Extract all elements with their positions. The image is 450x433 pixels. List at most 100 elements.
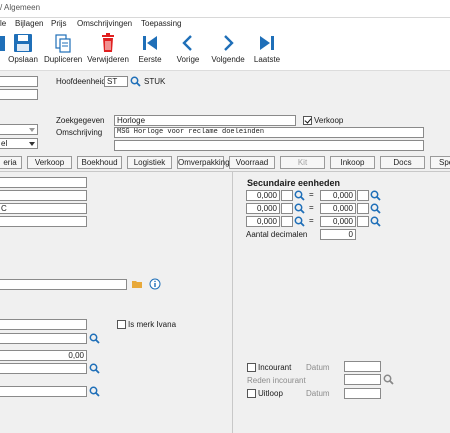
last-label: Laatste — [253, 55, 281, 64]
first-label: Eerste — [138, 55, 162, 64]
title-bar: / Algemeen — [0, 0, 450, 18]
sec-unit-value-1[interactable]: 0,000 — [320, 190, 356, 201]
incourant-checkbox[interactable] — [247, 363, 256, 372]
lookup-search-icon-2[interactable] — [89, 363, 100, 374]
delete-label: Verwijderen — [87, 55, 129, 64]
first-record-icon — [143, 36, 157, 50]
next-record-button[interactable]: Volgende — [210, 33, 246, 64]
tab-docs[interactable]: Docs — [380, 156, 425, 169]
first-record-button[interactable]: Eerste — [136, 33, 164, 64]
incourant-date-input[interactable] — [344, 361, 381, 372]
sale-checkbox[interactable] — [303, 116, 312, 125]
save-label: Opslaan — [8, 55, 38, 64]
save-button[interactable]: Opslaan — [8, 33, 38, 64]
duplicate-icon — [55, 34, 71, 53]
previous-record-button[interactable]: Vorige — [174, 33, 202, 64]
main-unit-field[interactable]: ST — [104, 76, 128, 87]
brand-field[interactable] — [0, 319, 87, 330]
uitloop-checkbox[interactable] — [247, 389, 256, 398]
sec-unit-qty-1[interactable]: 0,000 — [246, 190, 280, 201]
save-icon — [14, 34, 32, 52]
folder-icon[interactable] — [132, 280, 143, 289]
tab-kit[interactable]: Kit — [280, 156, 325, 169]
sale-label: Verkoop — [314, 116, 344, 125]
tab-inkoop[interactable]: Inkoop — [330, 156, 375, 169]
sec-unit-equals-1: = — [309, 190, 314, 199]
sec-unit-qty-2[interactable]: 0,000 — [246, 203, 280, 214]
tab-verkoop[interactable]: Verkoop — [27, 156, 72, 169]
sec-unit-qty-3[interactable]: 0,000 — [246, 216, 280, 227]
menu-item-bijlagen[interactable]: Bijlagen — [15, 19, 43, 28]
incourant-reason-label: Reden incourant — [247, 376, 306, 385]
decimals-input[interactable]: 0 — [320, 229, 356, 240]
menu-item-prijs[interactable]: Prijs — [51, 19, 67, 28]
lookup-search-icon-3[interactable] — [89, 386, 100, 397]
sec-unit-code-1[interactable] — [281, 190, 293, 201]
lookup-search-icon-1[interactable] — [89, 333, 100, 344]
uitloop-label: Uitloop — [258, 389, 283, 398]
sec-unit-base-2[interactable] — [357, 203, 369, 214]
left-field-2[interactable] — [0, 190, 87, 201]
new-icon — [0, 36, 5, 51]
sec-unit-value-3[interactable]: 0,000 — [320, 216, 356, 227]
incourant-label: Incourant — [258, 363, 292, 372]
trash-icon — [102, 33, 114, 52]
file-path-field[interactable] — [0, 279, 127, 290]
incourant-date-label: Datum — [306, 363, 330, 372]
amount-field[interactable]: 0,00 — [0, 350, 87, 361]
left-lookup-field-1[interactable] — [0, 333, 87, 344]
sec-unit-equals-3: = — [309, 216, 314, 225]
main-unit-search-icon[interactable] — [130, 76, 141, 87]
tab-materia[interactable]: eria — [0, 156, 22, 169]
left-field-4[interactable] — [0, 216, 87, 227]
sec-unit-base-1[interactable] — [357, 190, 369, 201]
info-icon[interactable] — [149, 278, 161, 290]
chevron-left-icon — [182, 35, 192, 51]
last-record-button[interactable]: Laatste — [252, 33, 282, 64]
delete-button[interactable]: Verwijderen — [87, 33, 129, 64]
item-code-field[interactable] — [0, 76, 38, 87]
partial-toolbar-button[interactable] — [0, 33, 6, 53]
toolbar: Opslaan Dupliceren Verwijderen Eerste Vo… — [0, 31, 450, 71]
tab-boekhoud[interactable]: Boekhoud — [77, 156, 122, 169]
description-input-2[interactable] — [114, 140, 424, 151]
uitloop-date-input[interactable] — [344, 388, 381, 399]
left-lookup-field-3[interactable] — [0, 386, 87, 397]
sec-unit-base-3[interactable] — [357, 216, 369, 227]
sec-unit-base-search-icon-3[interactable] — [370, 216, 381, 227]
search-key-label: Zoekgegeven — [56, 116, 105, 125]
incourant-reason-input[interactable] — [344, 374, 381, 385]
category-combo[interactable] — [0, 124, 38, 135]
menu-item-toepassing[interactable]: Toepassing — [141, 19, 181, 28]
sec-unit-search-icon-2[interactable] — [294, 203, 305, 214]
tab-omverpakking[interactable]: Omverpakking — [177, 156, 230, 169]
sec-unit-search-icon-1[interactable] — [294, 190, 305, 201]
tab-spe[interactable]: Spe — [430, 156, 450, 169]
search-key-input[interactable]: Horloge — [114, 115, 296, 126]
sec-unit-code-2[interactable] — [281, 203, 293, 214]
tab-panel-top-border — [0, 171, 450, 172]
sec-unit-equals-2: = — [309, 203, 314, 212]
tab-voorraad[interactable]: Voorraad — [229, 156, 275, 169]
tab-logistiek[interactable]: Logistiek — [127, 156, 172, 169]
chevron-right-icon — [224, 35, 234, 51]
sec-unit-base-search-icon-2[interactable] — [370, 203, 381, 214]
duplicate-button[interactable]: Dupliceren — [44, 33, 82, 64]
menu-bar: le Bijlagen Prijs Omschrijvingen Toepass… — [0, 18, 450, 31]
reason-search-icon[interactable] — [383, 374, 394, 385]
left-lookup-field-2[interactable] — [0, 363, 87, 374]
sec-unit-search-icon-3[interactable] — [294, 216, 305, 227]
next-label: Volgende — [211, 55, 245, 64]
sec-unit-code-3[interactable] — [281, 216, 293, 227]
brand-ivana-checkbox[interactable] — [117, 320, 126, 329]
type-combo[interactable]: el — [0, 138, 38, 149]
sec-unit-base-search-icon-1[interactable] — [370, 190, 381, 201]
description-input[interactable]: MSG Horloge voor reclame doeleinden — [114, 127, 424, 138]
menu-item-file[interactable]: le — [0, 19, 6, 28]
item-field-2[interactable] — [0, 89, 38, 100]
menu-item-omschrijvingen[interactable]: Omschrijvingen — [77, 19, 132, 28]
decimals-label: Aantal decimalen — [246, 230, 308, 239]
left-field-3[interactable]: C — [0, 203, 87, 214]
left-field-1[interactable] — [0, 177, 87, 188]
sec-unit-value-2[interactable]: 0,000 — [320, 203, 356, 214]
